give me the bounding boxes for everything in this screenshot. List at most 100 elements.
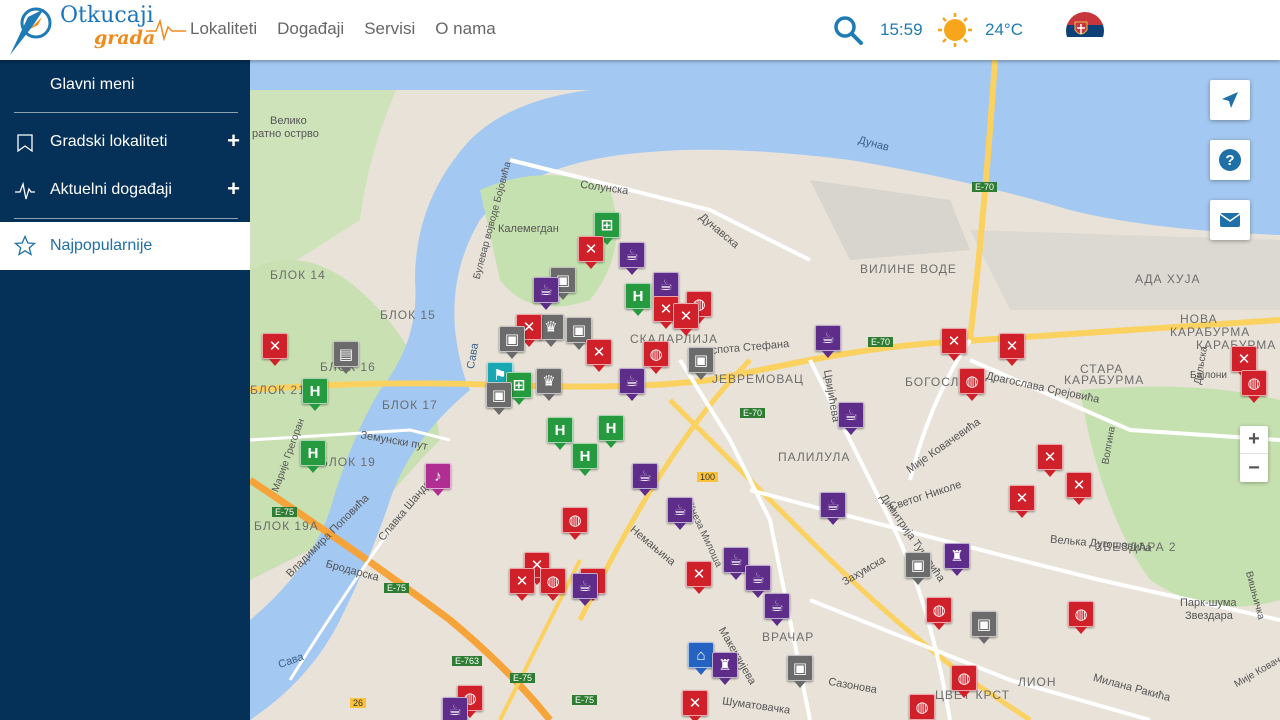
cafe-marker[interactable]: ☕: [632, 463, 658, 497]
site-logo[interactable]: Otkucaji grada: [8, 3, 186, 57]
bookstore-marker[interactable]: ◍: [1241, 370, 1267, 404]
nav-o-nama[interactable]: O nama: [435, 19, 495, 39]
expand-plus-icon[interactable]: +: [227, 128, 240, 154]
bar-marker[interactable]: ◍: [959, 368, 985, 402]
mail-button[interactable]: [1210, 200, 1250, 240]
zoom-control: + −: [1240, 426, 1268, 482]
map-label: КАРАБУРМА: [1064, 373, 1145, 387]
hotel-marker[interactable]: H: [547, 417, 573, 451]
bakery-marker[interactable]: ◍: [540, 568, 566, 602]
cafe-marker[interactable]: ☕: [572, 573, 598, 607]
nav-dogadjaji[interactable]: Događaji: [277, 19, 344, 39]
map-label: БЛОК 19А: [254, 519, 319, 533]
sidebar-title: Glavni meni: [50, 76, 135, 93]
map-label: ВРАЧАР: [762, 630, 815, 644]
temperature: 24°C: [985, 20, 1023, 39]
road-shield: E-75: [572, 695, 598, 705]
sidebar: Glavni meni Gradski lokaliteti + Aktueln…: [0, 60, 250, 720]
map-label: Бајлони: [1190, 370, 1227, 381]
zoom-out-button[interactable]: −: [1240, 454, 1268, 482]
restaurant-marker[interactable]: ✕: [262, 333, 288, 367]
wine-marker[interactable]: ♜: [712, 652, 738, 686]
road-shield: 100: [697, 472, 719, 482]
sidebar-item-najpopularnije[interactable]: Najpopularnije: [0, 222, 250, 270]
bookstore-marker[interactable]: ◍: [926, 597, 952, 631]
cafe-marker[interactable]: ☕: [815, 325, 841, 359]
museum-marker[interactable]: ▣: [971, 611, 997, 645]
bookmark-icon: [14, 132, 36, 154]
map-label: БЛОК 19: [320, 455, 376, 469]
map-label: АДА ХУЈА: [1135, 272, 1201, 286]
hotel-marker[interactable]: H: [300, 440, 326, 474]
hotel-marker[interactable]: H: [302, 378, 328, 412]
locate-button[interactable]: [1210, 80, 1250, 120]
cafe-marker[interactable]: ☕: [619, 368, 645, 402]
road-shield: E-75: [384, 583, 410, 593]
road-shield: E-75: [272, 507, 298, 517]
road-shield: E-75: [510, 673, 536, 683]
monument-marker[interactable]: ▣: [905, 552, 931, 586]
sidebar-item-gradski-lokaliteti[interactable]: Gradski lokaliteti +: [0, 122, 250, 162]
cafe-marker[interactable]: ☕: [442, 697, 468, 720]
bakery-marker[interactable]: ◍: [562, 507, 588, 541]
map-label: Велико: [270, 115, 307, 127]
road-shield: E-70: [868, 337, 894, 347]
theatre-marker[interactable]: ♛: [536, 368, 562, 402]
expand-plus-icon[interactable]: +: [227, 176, 240, 202]
hospital-marker[interactable]: ⌂: [688, 642, 714, 676]
zoom-in-button[interactable]: +: [1240, 426, 1268, 454]
restaurant-marker[interactable]: ✕: [941, 328, 967, 362]
museum-marker[interactable]: ▣: [688, 347, 714, 381]
cafe-marker[interactable]: ☕: [667, 497, 693, 531]
nightlife-marker[interactable]: ♪: [425, 463, 451, 497]
restaurant-marker[interactable]: ✕: [586, 339, 612, 373]
sun-weather-icon: [937, 12, 973, 48]
logo-text-top: Otkucaji: [60, 3, 154, 28]
restaurant-marker[interactable]: ✕: [999, 333, 1025, 367]
map-label: ВИЛИНЕ ВОДЕ: [860, 262, 957, 276]
museum-marker[interactable]: ▣: [787, 655, 813, 689]
museum-marker[interactable]: ▣: [499, 326, 525, 360]
bar-marker[interactable]: ◍: [951, 665, 977, 699]
sidebar-divider: [14, 112, 238, 113]
road-shield: E-763: [452, 656, 483, 666]
map-label: Парк-шума: [1180, 597, 1237, 609]
pulse-icon: [14, 180, 36, 202]
hotel-marker[interactable]: H: [572, 443, 598, 477]
restaurant-marker[interactable]: ✕: [673, 303, 699, 337]
cafe-marker[interactable]: ☕: [764, 593, 790, 627]
mail-icon: [1219, 213, 1241, 227]
restaurant-marker[interactable]: ✕: [682, 690, 708, 720]
cinema-marker[interactable]: ▤: [333, 341, 359, 375]
nav-lokaliteti[interactable]: Lokaliteti: [190, 19, 257, 39]
help-button[interactable]: ?: [1210, 140, 1250, 180]
restaurant-marker[interactable]: ✕: [686, 561, 712, 595]
restaurant-marker[interactable]: ✕: [1009, 485, 1035, 519]
restaurant-marker[interactable]: ✕: [1037, 444, 1063, 478]
hotel-marker[interactable]: H: [625, 283, 651, 317]
serbia-flag-icon[interactable]: [1066, 12, 1104, 50]
map-label: ПАЛИЛУЛА: [778, 450, 851, 464]
cafe-marker[interactable]: ☕: [820, 492, 846, 526]
nav-servisi[interactable]: Servisi: [364, 19, 415, 39]
cafe-marker[interactable]: ☕: [619, 242, 645, 276]
road-shield: E-70: [740, 408, 766, 418]
bakery-marker[interactable]: ◍: [909, 694, 935, 720]
city-map[interactable]: Велико ратно острво Дунав Солунска Калем…: [250, 60, 1280, 720]
restaurant-marker[interactable]: ✕: [509, 568, 535, 602]
search-button[interactable]: [832, 14, 864, 46]
wine-marker[interactable]: ♜: [944, 543, 970, 577]
restaurant-marker[interactable]: ✕: [578, 236, 604, 270]
sidebar-item-label: Aktuelni događaji: [50, 181, 172, 198]
restaurant-marker[interactable]: ✕: [1066, 472, 1092, 506]
bakery-marker[interactable]: ◍: [1068, 601, 1094, 635]
cafe-marker[interactable]: ☕: [533, 277, 559, 311]
bar-marker[interactable]: ◍: [643, 341, 669, 375]
cafe-marker[interactable]: ☕: [838, 402, 864, 436]
map-label: НОВА: [1180, 312, 1218, 326]
hotel-marker[interactable]: H: [598, 415, 624, 449]
map-label: Звездара: [1185, 610, 1233, 622]
map-label: ратно острво: [252, 128, 319, 140]
sidebar-item-aktuelni-dogadjaji[interactable]: Aktuelni događaji +: [0, 170, 250, 210]
monument-marker[interactable]: ▣: [486, 382, 512, 416]
